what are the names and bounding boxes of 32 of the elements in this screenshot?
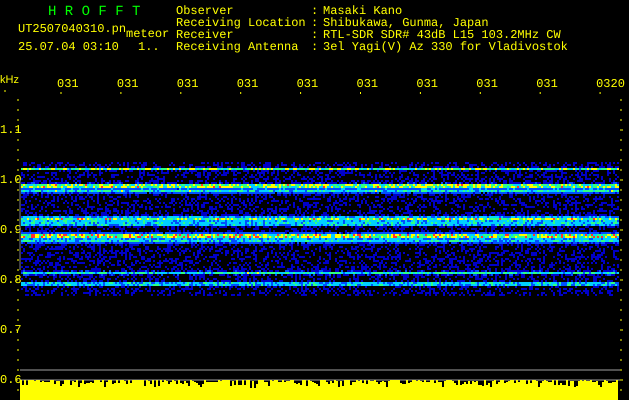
time-label: 031 [116,78,138,90]
axis-label: 1.1 [0,124,22,136]
timestamp: 25.07.04 03:10 [18,41,120,53]
counter: 1.. [138,41,160,53]
time-label: 031 [57,78,79,90]
info-label: Receiving Antenna [176,41,300,53]
info-value: Masaki Kano [323,5,402,17]
mode-label: meteor [126,28,170,40]
axis-label: 0.8 [0,274,22,286]
file-name: UT2507040310.pn [18,23,126,35]
time-label: 031 [296,78,318,90]
separator: : [311,29,320,41]
axis-label: 0.7 [0,324,22,336]
axis-label: 0.6 [0,374,22,386]
app-title: H R O F F T [48,5,140,19]
time-label: 031 [416,78,438,90]
axis-unit: kHz [0,74,19,86]
separator: : [311,17,320,29]
separator: : [311,41,320,53]
time-label: 031 [476,78,498,90]
info-label: Receiving Location [176,17,307,29]
separator: : [311,5,320,17]
time-label: 031 [236,78,258,90]
time-label: 031 [536,78,558,90]
info-label: Receiver [176,29,234,41]
time-label: 0320 [596,78,625,90]
info-value: RTL-SDR SDR# 43dB L15 103.2MHz CW [323,29,561,41]
info-label: Observer [176,5,234,17]
time-label: 031 [356,78,378,90]
info-value: 3el Yagi(V) Az 330 for Vladivostok [323,41,568,53]
time-label: 031 [176,78,198,90]
info-value: Shibukawa, Gunma, Japan [323,17,489,29]
